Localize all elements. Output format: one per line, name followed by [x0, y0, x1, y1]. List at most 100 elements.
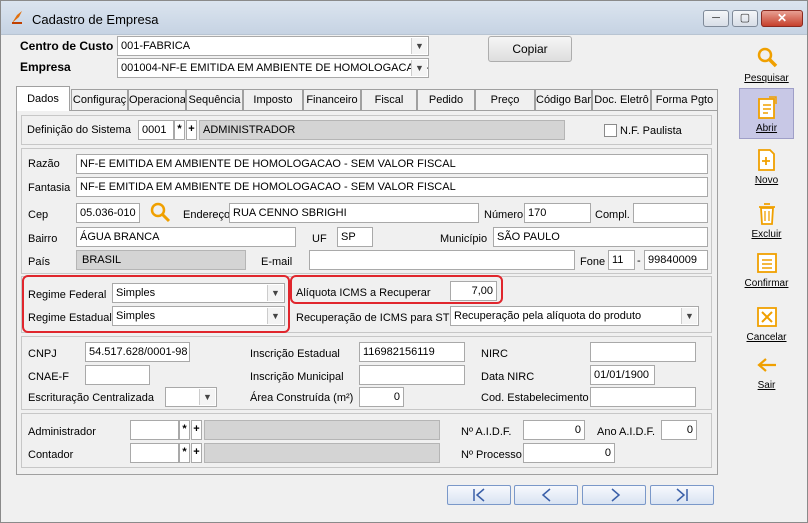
tab-dados[interactable]: Dados: [16, 86, 70, 111]
cod-estabelecimento-input[interactable]: [590, 387, 696, 407]
ie-input[interactable]: 116982156119: [359, 342, 465, 362]
im-label: Inscrição Municipal: [250, 371, 344, 383]
naidf-input[interactable]: 0: [523, 420, 585, 440]
nirc-input[interactable]: [590, 342, 696, 362]
sistema-add-button[interactable]: +: [186, 120, 197, 140]
bairro-input[interactable]: ÁGUA BRANCA: [76, 227, 296, 247]
first-record-button[interactable]: [447, 485, 511, 505]
previous-record-button[interactable]: [514, 485, 578, 505]
empresa-value: 001004-NF-E EMITIDA EM AMBIENTE DE HOMOL…: [121, 62, 429, 74]
regime-estadual-select[interactable]: Simples ▼: [112, 306, 285, 326]
ano-aidf-input[interactable]: 0: [661, 420, 697, 440]
cnae-label: CNAE-F: [28, 371, 69, 383]
nf-paulista-label: N.F. Paulista: [620, 125, 682, 137]
naidf-label: Nº A.I.D.F.: [461, 426, 512, 438]
centro-custo-label: Centro de Custo: [20, 39, 114, 53]
maximize-button[interactable]: ▢: [732, 10, 758, 27]
im-input[interactable]: [359, 365, 465, 385]
cod-estabelecimento-label: Cod. Estabelecimento: [481, 392, 589, 404]
chevron-down-icon[interactable]: ▼: [411, 60, 427, 76]
razao-input[interactable]: NF-E EMITIDA EM AMBIENTE DE HOMOLOGACAO …: [76, 154, 708, 174]
regime-federal-select[interactable]: Simples ▼: [112, 283, 285, 303]
centro-custo-value: 001-FABRICA: [121, 40, 191, 52]
delete-icon: [758, 203, 775, 225]
fone-number-input[interactable]: 99840009: [644, 250, 708, 270]
chevron-down-icon[interactable]: ▼: [267, 308, 283, 324]
tab-pedido[interactable]: Pedido: [417, 89, 475, 111]
empresa-label: Empresa: [20, 60, 71, 74]
aliquota-input[interactable]: 7,00: [450, 281, 497, 301]
data-nirc-input[interactable]: 01/01/1900: [590, 365, 655, 385]
last-icon: [676, 488, 688, 502]
cnae-input[interactable]: [85, 365, 150, 385]
cep-search-icon[interactable]: [148, 200, 172, 224]
tab-forma-pgto[interactable]: Forma Pgto: [651, 89, 718, 111]
next-record-button[interactable]: [582, 485, 646, 505]
chevron-down-icon[interactable]: ▼: [411, 38, 427, 54]
compl-label: Compl.: [595, 209, 630, 221]
tab-financeiro[interactable]: Financeiro: [303, 89, 361, 111]
tab-preco[interactable]: Preço: [475, 89, 535, 111]
administrador-search-button[interactable]: *: [179, 420, 190, 440]
chevron-down-icon[interactable]: ▼: [199, 389, 215, 405]
escrituracao-select[interactable]: ▼: [165, 387, 217, 407]
cep-input[interactable]: 05.036-010: [76, 203, 140, 223]
close-button[interactable]: ✕: [761, 10, 803, 27]
chevron-down-icon[interactable]: ▼: [267, 285, 283, 301]
sidebar-excluir[interactable]: Excluir: [739, 195, 794, 241]
cep-label: Cep: [28, 209, 49, 221]
nprocesso-label: Nº Processo: [461, 449, 522, 461]
sistema-code-input[interactable]: 0001: [138, 120, 174, 140]
tab-imposto[interactable]: Imposto: [243, 89, 303, 111]
administrador-code-input[interactable]: [130, 420, 179, 440]
sidebar-sair[interactable]: Sair: [739, 346, 794, 392]
administrador-label: Administrador: [28, 426, 96, 438]
sidebar-abrir[interactable]: Abrir: [739, 88, 794, 139]
empresa-select[interactable]: 001004-NF-E EMITIDA EM AMBIENTE DE HOMOL…: [117, 58, 429, 78]
sidebar-pesquisar[interactable]: Pesquisar: [739, 39, 794, 85]
contador-search-button[interactable]: *: [179, 443, 190, 463]
administrador-add-button[interactable]: +: [191, 420, 202, 440]
compl-input[interactable]: [633, 203, 708, 223]
nprocesso-input[interactable]: 0: [523, 443, 615, 463]
first-icon: [473, 488, 485, 502]
tab-configuracao[interactable]: Configuraç: [71, 89, 128, 111]
fantasia-input[interactable]: NF-E EMITIDA EM AMBIENTE DE HOMOLOGACAO …: [76, 177, 708, 197]
numero-input[interactable]: 170: [524, 203, 591, 223]
sistema-search-button[interactable]: *: [174, 120, 185, 140]
cnpj-input[interactable]: 54.517.628/0001-98: [85, 342, 190, 362]
nf-paulista-checkbox[interactable]: [604, 124, 617, 137]
tab-codigo-barras[interactable]: Código Bar: [535, 89, 592, 111]
endereco-input[interactable]: RUA CENNO SBRIGHI: [229, 203, 479, 223]
sidebar-cancelar[interactable]: Cancelar: [739, 298, 794, 344]
sidebar-label-abrir: Abrir: [755, 123, 778, 134]
sidebar-confirmar[interactable]: Confirmar: [739, 244, 794, 290]
contador-add-button[interactable]: +: [191, 443, 202, 463]
nirc-label: NIRC: [481, 348, 508, 360]
contador-code-input[interactable]: [130, 443, 179, 463]
centro-custo-select[interactable]: 001-FABRICA ▼: [117, 36, 429, 56]
window-title: Cadastro de Empresa: [32, 12, 159, 27]
fone-ddd-input[interactable]: 11: [608, 250, 635, 270]
email-input[interactable]: [309, 250, 575, 270]
minimize-button[interactable]: ─: [703, 10, 729, 27]
sidebar-label-pesquisar: Pesquisar: [744, 73, 789, 84]
tab-operacional[interactable]: Operaciona: [128, 89, 186, 111]
municipio-input[interactable]: SÃO PAULO: [493, 227, 708, 247]
area-input[interactable]: 0: [359, 387, 404, 407]
chevron-down-icon[interactable]: ▼: [681, 308, 697, 324]
next-icon: [611, 488, 621, 502]
sidebar-novo[interactable]: Novo: [739, 141, 794, 187]
tab-fiscal[interactable]: Fiscal: [361, 89, 417, 111]
regime-federal-value: Simples: [116, 287, 156, 299]
tab-sequencia[interactable]: Sequência: [186, 89, 243, 111]
fantasia-label: Fantasia: [28, 182, 71, 194]
recuperacao-select[interactable]: Recuperação pela alíquota do produto ▼: [450, 306, 699, 326]
uf-input[interactable]: SP: [337, 227, 373, 247]
razao-label: Razão: [28, 158, 60, 170]
previous-icon: [541, 488, 551, 502]
aliquota-label: Alíquota ICMS a Recuperar: [296, 287, 431, 299]
tab-doc-eletronico[interactable]: Doc. Eletrô: [592, 89, 651, 111]
copiar-button[interactable]: Copiar: [488, 36, 572, 62]
last-record-button[interactable]: [650, 485, 714, 505]
